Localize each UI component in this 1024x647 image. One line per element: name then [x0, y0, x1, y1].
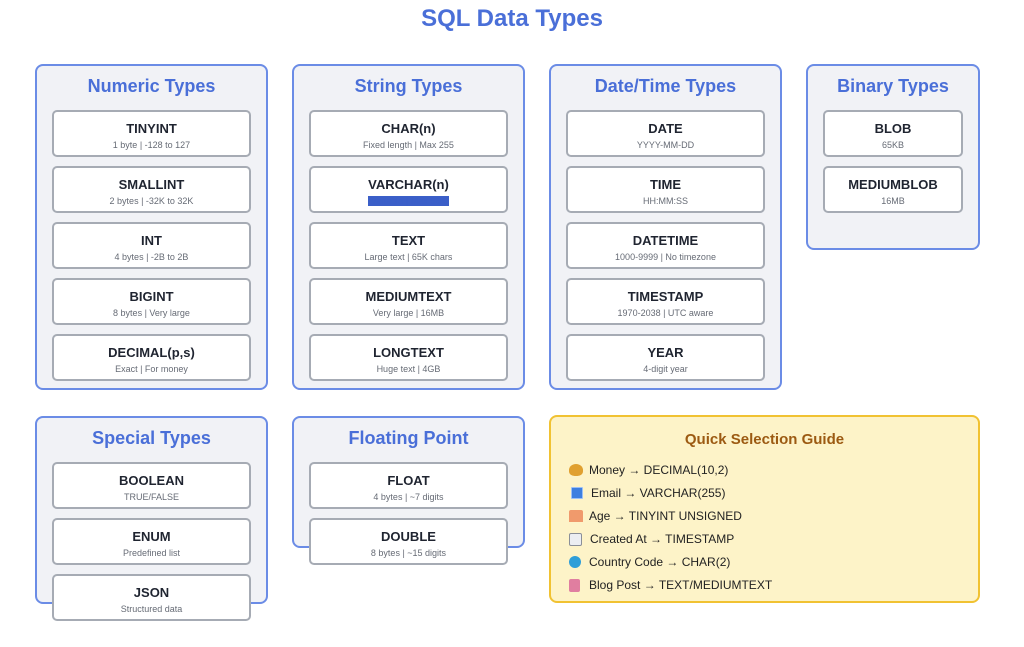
type-description: 4 bytes | ~7 digits — [373, 492, 444, 502]
guide-item-text: Country Code → CHAR(2) — [589, 555, 731, 569]
type-description: 1970-2038 | UTC aware — [617, 308, 714, 318]
email-icon — [571, 487, 583, 499]
type-description: 2 bytes | -32K to 32K — [109, 196, 194, 206]
type-description: 16MB — [881, 196, 905, 206]
group-title: Special Types — [92, 428, 211, 448]
type-name: DOUBLE — [381, 529, 436, 544]
type-description: 8 bytes | ~15 digits — [370, 548, 447, 558]
group-title: String Types — [354, 76, 463, 96]
type-card-tinyint: TINYINT 1 byte | -128 to 127 — [52, 110, 251, 157]
type-description: Very large | 16MB — [372, 308, 445, 318]
type-name: SMALLINT — [118, 177, 185, 192]
group-title: Numeric Types — [87, 76, 216, 96]
group-title: Date/Time Types — [594, 76, 737, 96]
globe-icon — [569, 556, 581, 568]
type-name: BOOLEAN — [119, 473, 184, 488]
type-card-decimal: DECIMAL(p,s) Exact | For money — [52, 334, 251, 381]
type-card-int: INT 4 bytes | -2B to 2B — [52, 222, 251, 269]
guide-item-text: Blog Post → TEXT/MEDIUMTEXT — [589, 578, 773, 592]
type-card-longtext: LONGTEXT Huge text | 4GB — [309, 334, 508, 381]
type-name: BLOB — [874, 121, 912, 136]
type-description: Huge text | 4GB — [376, 364, 441, 374]
type-name: FLOAT — [387, 473, 430, 488]
type-card-date: DATE YYYY-MM-DD — [566, 110, 765, 157]
group-title: Floating Point — [348, 428, 469, 448]
type-description: 1000-9999 | No timezone — [615, 252, 716, 262]
type-description: 4-digit year — [643, 364, 688, 374]
type-card-mediumblob: MEDIUMBLOB 16MB — [823, 166, 963, 213]
guide-item-text: Age → TINYINT UNSIGNED — [589, 509, 742, 523]
quick-selection-guide: Quick Selection Guide Money → DECIMAL(10… — [549, 415, 980, 603]
type-name: MEDIUMTEXT — [365, 289, 452, 304]
type-name: JSON — [133, 585, 170, 600]
type-name: CHAR(n) — [381, 121, 436, 136]
type-description: Large text | 65K chars — [364, 252, 453, 262]
type-card-smallint: SMALLINT 2 bytes | -32K to 32K — [52, 166, 251, 213]
type-name: LONGTEXT — [373, 345, 444, 360]
type-name: MEDIUMBLOB — [848, 177, 938, 192]
type-card-char: CHAR(n) Fixed length | Max 255 — [309, 110, 508, 157]
type-description: YYYY-MM-DD — [636, 140, 695, 150]
type-card-year: YEAR 4-digit year — [566, 334, 765, 381]
type-description: 65KB — [881, 140, 905, 150]
money-bag-icon — [569, 464, 583, 476]
type-card-blob: BLOB 65KB — [823, 110, 963, 157]
type-description-selected: Variable | Max 65K — [311, 196, 506, 206]
type-description: 8 bytes | Very large — [113, 308, 190, 318]
guide-item-email: Email → VARCHAR(255) — [569, 486, 725, 500]
type-description: Exact | For money — [115, 364, 188, 374]
guide-item-blog-post: Blog Post → TEXT/MEDIUMTEXT — [569, 578, 772, 592]
group-string-types: String Types CHAR(n) Fixed length | Max … — [292, 64, 525, 390]
type-description: 4 bytes | -2B to 2B — [114, 252, 189, 262]
type-card-timestamp: TIMESTAMP 1970-2038 | UTC aware — [566, 278, 765, 325]
type-name: YEAR — [647, 345, 684, 360]
type-card-varchar: VARCHAR(n) Variable | Max 65K — [309, 166, 508, 213]
text-selection-highlight: Variable | Max 65K — [367, 196, 450, 206]
group-title: Binary Types — [837, 76, 949, 96]
type-card-enum: ENUM Predefined list — [52, 518, 251, 565]
type-name: VARCHAR(n) — [368, 177, 449, 192]
type-description: Structured data — [120, 604, 183, 614]
type-card-datetime: DATETIME 1000-9999 | No timezone — [566, 222, 765, 269]
guide-item-age: Age → TINYINT UNSIGNED — [569, 509, 742, 523]
type-name: DATE — [648, 121, 683, 136]
type-card-time: TIME HH:MM:SS — [566, 166, 765, 213]
type-card-bigint: BIGINT 8 bytes | Very large — [52, 278, 251, 325]
type-description: HH:MM:SS — [643, 196, 688, 206]
group-numeric-types: Numeric Types TINYINT 1 byte | -128 to 1… — [35, 64, 268, 390]
calendar-icon — [569, 532, 582, 546]
type-card-float: FLOAT 4 bytes | ~7 digits — [309, 462, 508, 509]
type-name: TINYINT — [126, 121, 177, 136]
type-description: Fixed length | Max 255 — [363, 140, 454, 150]
guide-item-text: Money → DECIMAL(10,2) — [589, 463, 729, 477]
page-title: SQL Data Types — [421, 5, 603, 32]
type-card-json: JSON Structured data — [52, 574, 251, 621]
type-card-double: DOUBLE 8 bytes | ~15 digits — [309, 518, 508, 565]
guide-item-text: Email → VARCHAR(255) — [591, 486, 726, 500]
type-card-mediumtext: MEDIUMTEXT Very large | 16MB — [309, 278, 508, 325]
guide-title: Quick Selection Guide — [684, 431, 845, 448]
type-name: TEXT — [391, 233, 426, 248]
type-description: Predefined list — [122, 548, 181, 558]
type-name: ENUM — [132, 529, 171, 544]
guide-item-country-code: Country Code → CHAR(2) — [569, 555, 730, 569]
type-description: 1 byte | -128 to 127 — [112, 140, 191, 150]
guide-item-money: Money → DECIMAL(10,2) — [569, 463, 728, 477]
guide-item-text: Created At → TIMESTAMP — [590, 532, 735, 546]
type-name: TIMESTAMP — [627, 289, 704, 304]
type-name: DATETIME — [632, 233, 699, 248]
type-name: BIGINT — [129, 289, 174, 304]
guide-item-created-at: Created At → TIMESTAMP — [569, 532, 734, 546]
type-name: INT — [141, 233, 162, 248]
group-datetime-types: Date/Time Types DATE YYYY-MM-DD TIME HH:… — [549, 64, 782, 390]
type-card-text: TEXT Large text | 65K chars — [309, 222, 508, 269]
group-binary-types: Binary Types BLOB 65KB MEDIUMBLOB 16MB — [806, 64, 980, 250]
type-name: DECIMAL(p,s) — [108, 345, 195, 360]
type-description: TRUE/FALSE — [123, 492, 179, 502]
type-card-boolean: BOOLEAN TRUE/FALSE — [52, 462, 251, 509]
memo-icon — [569, 578, 580, 592]
cake-icon — [569, 510, 583, 522]
type-name: TIME — [649, 177, 682, 192]
